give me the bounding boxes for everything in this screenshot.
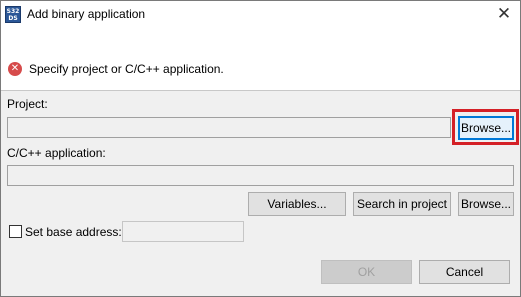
close-icon[interactable]: ✕ <box>496 5 512 23</box>
window-title: Add binary application <box>27 7 146 21</box>
application-field[interactable] <box>7 165 514 186</box>
cancel-button[interactable]: Cancel <box>419 260 510 284</box>
project-label: Project: <box>7 97 48 111</box>
add-binary-application-dialog: S32 DS Add binary application ✕ ✕ Specify… <box>0 0 521 297</box>
variables-button[interactable]: Variables... <box>248 192 346 216</box>
project-browse-button[interactable]: Browse... <box>458 116 514 140</box>
application-browse-button[interactable]: Browse... <box>458 192 514 216</box>
error-icon: ✕ <box>8 62 22 76</box>
base-address-field[interactable] <box>122 221 244 242</box>
project-field[interactable] <box>7 117 451 138</box>
title-bar: S32 DS Add binary application ✕ <box>1 1 520 30</box>
set-base-address-checkbox[interactable] <box>9 225 22 238</box>
search-in-project-button[interactable]: Search in project <box>353 192 451 216</box>
s32ds-app-icon: S32 DS <box>5 6 21 23</box>
error-message: Specify project or C/C++ application. <box>29 62 224 76</box>
message-area: ✕ Specify project or C/C++ application. <box>1 30 520 91</box>
set-base-address-label: Set base address: <box>25 225 122 239</box>
ok-button[interactable]: OK <box>321 260 412 284</box>
application-label: C/C++ application: <box>7 146 106 160</box>
